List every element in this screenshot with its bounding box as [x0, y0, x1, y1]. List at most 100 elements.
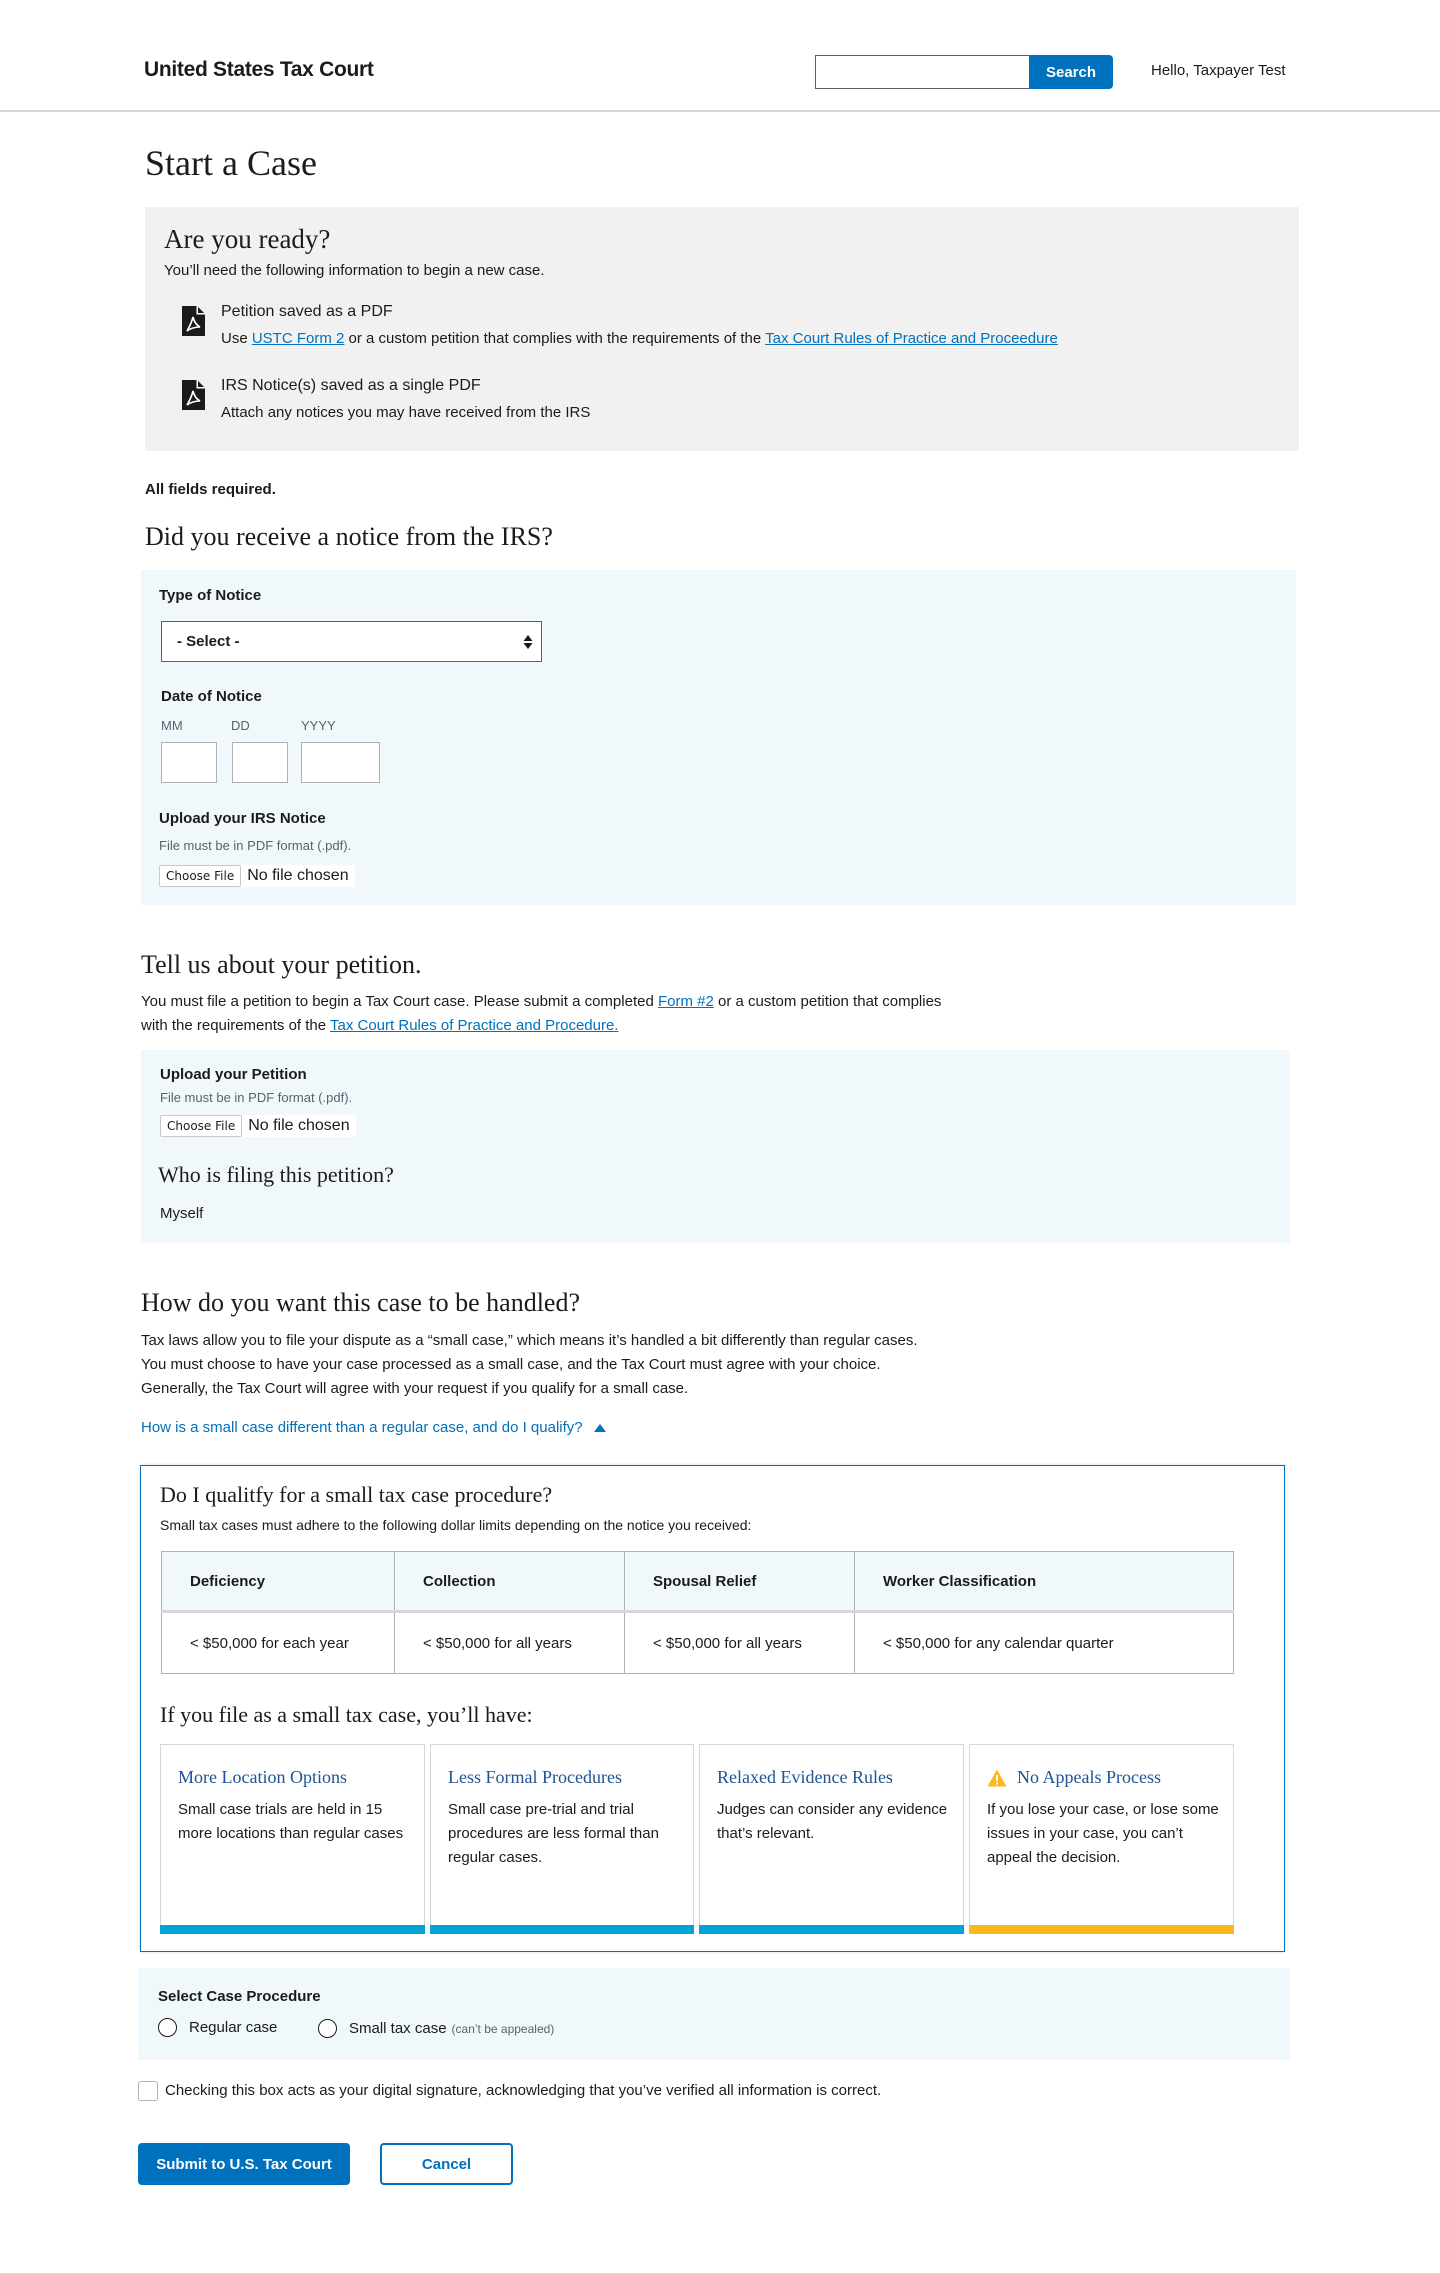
instruction-text: You must file a petition to begin a Tax … — [141, 993, 658, 1010]
submit-button[interactable]: Submit to U.S. Tax Court — [138, 2143, 350, 2185]
tax-court-rules-link[interactable]: Tax Court Rules of Practice and Proceedu… — [765, 330, 1058, 347]
requirement-desc: Attach any notices you may have received… — [221, 404, 591, 421]
month-label: MM — [161, 718, 183, 733]
desc-text: Use — [221, 330, 252, 347]
filer-value: Myself — [160, 1205, 204, 1222]
search-input[interactable] — [815, 55, 1029, 89]
card-desc: If you lose your case, or lose some issu… — [987, 1801, 1219, 1866]
table-row: < $50,000 for each year < $50,000 for al… — [161, 1611, 1234, 1674]
day-input[interactable] — [232, 742, 288, 783]
dollar-limits-table: Deficiency Collection Spousal Relief Wor… — [161, 1551, 1234, 1674]
select-arrows-icon — [523, 635, 533, 649]
form-2-link[interactable]: Form #2 — [658, 993, 714, 1010]
signature-checkbox[interactable] — [138, 2081, 158, 2101]
file-status: No file chosen — [248, 1117, 350, 1134]
table-cell: < $50,000 for each year — [161, 1611, 395, 1674]
small-case-info-box: Do I qualitfy for a small tax case proce… — [140, 1465, 1285, 1952]
ready-info-box: Are you ready? You’ll need the following… — [145, 207, 1299, 451]
ready-intro: You’ll need the following information to… — [164, 262, 545, 279]
radio-label: Regular case — [189, 2019, 278, 2036]
page-title: Start a Case — [145, 143, 317, 183]
radio-button[interactable] — [158, 2018, 177, 2037]
card-desc: Judges can consider any evidence that’s … — [717, 1801, 948, 1842]
desc-text: or a custom petition that complies with … — [344, 330, 766, 347]
type-of-notice-select[interactable]: - Select - — [161, 621, 542, 662]
radio-note: (can’t be appealed) — [451, 2021, 555, 2036]
irs-notice-file-input[interactable]: Choose File No file chosen — [159, 865, 355, 887]
month-input[interactable] — [161, 742, 217, 783]
case-procedure-panel: Select Case Procedure Regular case Small… — [138, 1968, 1290, 2060]
benefit-card: Relaxed Evidence Rules Judges can consid… — [699, 1744, 964, 1934]
table-header: Spousal Relief — [624, 1551, 855, 1613]
year-label: YYYY — [301, 718, 336, 733]
benefit-card: Less Formal Procedures Small case pre-tr… — [430, 1744, 694, 1934]
card-desc: Small case pre-trial and trial procedure… — [448, 1801, 659, 1866]
year-input[interactable] — [301, 742, 380, 783]
qualify-subtext: Small tax cases must adhere to the follo… — [160, 1517, 752, 1533]
radio-button[interactable] — [318, 2019, 337, 2038]
search-button[interactable]: Search — [1029, 55, 1113, 89]
table-header: Deficiency — [161, 1551, 395, 1613]
card-accent-bar — [699, 1925, 964, 1934]
table-header: Collection — [394, 1551, 625, 1613]
radio-regular-case[interactable]: Regular case — [158, 2018, 277, 2037]
notice-heading: Did you receive a notice from the IRS? — [145, 522, 553, 551]
upload-petition-label: Upload your Petition — [160, 1066, 307, 1083]
table-cell: < $50,000 for any calendar quarter — [854, 1611, 1234, 1674]
upload-irs-notice-hint: File must be in PDF format (.pdf). — [159, 838, 352, 853]
select-value: - Select - — [177, 633, 240, 650]
card-title: Relaxed Evidence Rules — [717, 1767, 893, 1787]
site-header: United States Tax Court Search Hello, Ta… — [0, 0, 1440, 112]
petition-instructions: You must file a petition to begin a Tax … — [141, 990, 941, 1038]
card-desc: Small case trials are held in 15 more lo… — [178, 1801, 404, 1842]
handling-text-line: You must choose to have your case proces… — [141, 1356, 881, 1373]
benefits-heading: If you file as a small tax case, you’ll … — [160, 1702, 533, 1727]
site-logo[interactable]: United States Tax Court — [144, 58, 374, 82]
upload-petition-hint: File must be in PDF format (.pdf). — [160, 1090, 353, 1105]
signature-text: Checking this box acts as your digital s… — [165, 2082, 882, 2099]
toggle-label: How is a small case different than a reg… — [141, 1419, 583, 1436]
handling-text-line: Generally, the Tax Court will agree with… — [141, 1380, 689, 1397]
petition-panel: Upload your Petition File must be in PDF… — [141, 1050, 1290, 1243]
benefit-card: More Location Options Small case trials … — [160, 1744, 425, 1934]
petition-file-input[interactable]: Choose File No file chosen — [160, 1115, 356, 1137]
file-status: No file chosen — [247, 867, 349, 884]
qualify-heading: Do I qualitfy for a small tax case proce… — [160, 1482, 553, 1507]
day-label: DD — [231, 718, 250, 733]
tax-court-rules-link[interactable]: Tax Court Rules of Practice and Procedur… — [330, 1017, 618, 1034]
requirement-title: Petition saved as a PDF — [221, 303, 393, 320]
upload-irs-notice-label: Upload your IRS Notice — [159, 810, 326, 827]
benefit-card: No Appeals Process If you lose your case… — [969, 1744, 1234, 1934]
radio-label: Small tax case — [349, 2020, 447, 2037]
card-title: No Appeals Process — [987, 1767, 1161, 1788]
instruction-text: with the requirements of the — [141, 1017, 330, 1034]
small-case-info-toggle[interactable]: How is a small case different than a reg… — [141, 1416, 607, 1440]
card-accent-bar — [969, 1925, 1234, 1934]
choose-file-button[interactable]: Choose File — [160, 1115, 243, 1137]
pdf-file-icon — [182, 380, 205, 410]
radio-small-tax-case[interactable]: Small tax case (can’t be appealed) — [318, 2019, 554, 2038]
card-title: Less Formal Procedures — [448, 1767, 622, 1787]
table-cell: < $50,000 for all years — [624, 1611, 855, 1674]
all-fields-required-note: All fields required. — [145, 481, 276, 498]
requirement-desc: Use USTC Form 2 or a custom petition tha… — [221, 330, 1058, 347]
handling-text-line: Tax laws allow you to file your dispute … — [141, 1332, 918, 1349]
instruction-text: or a custom petition that complies — [713, 993, 942, 1010]
notice-panel: Type of Notice - Select - Date of Notice… — [141, 570, 1296, 905]
cancel-button[interactable]: Cancel — [380, 2143, 513, 2185]
table-header: Worker Classification — [854, 1551, 1234, 1613]
requirement-title: IRS Notice(s) saved as a single PDF — [221, 377, 481, 394]
case-procedure-label: Select Case Procedure — [158, 1988, 321, 2005]
petition-heading: Tell us about your petition. — [141, 950, 422, 979]
warning-icon — [987, 1769, 1007, 1786]
card-title-text: No Appeals Process — [1017, 1767, 1161, 1787]
chevron-up-icon — [593, 1424, 606, 1433]
pdf-file-icon — [182, 306, 205, 336]
ustc-form-2-link[interactable]: USTC Form 2 — [252, 330, 345, 347]
date-of-notice-label: Date of Notice — [161, 688, 262, 705]
choose-file-button[interactable]: Choose File — [159, 865, 242, 887]
card-accent-bar — [430, 1925, 694, 1934]
search-form: Search — [815, 55, 1113, 89]
user-greeting[interactable]: Hello, Taxpayer Test — [1151, 62, 1286, 79]
card-title: More Location Options — [178, 1767, 347, 1787]
